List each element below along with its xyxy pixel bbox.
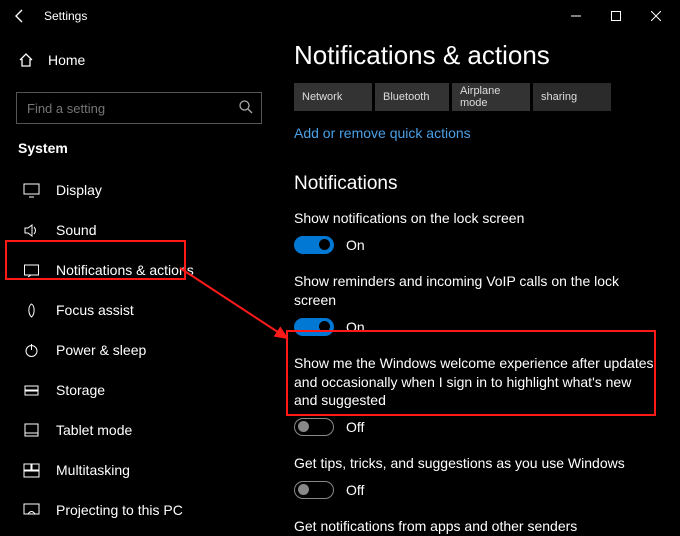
category-label: System <box>18 140 262 156</box>
titlebar: Settings <box>0 0 680 32</box>
setting-lock-screen-notifications: Show notifications on the lock screen On <box>294 209 656 254</box>
page-title: Notifications & actions <box>294 40 656 71</box>
search-input[interactable] <box>16 92 262 124</box>
home-button[interactable]: Home <box>16 40 262 80</box>
setting-title: Show notifications on the lock screen <box>294 209 656 228</box>
sidebar-item-label: Notifications & actions <box>56 262 194 278</box>
sidebar-item-display[interactable]: Display <box>16 170 262 210</box>
setting-welcome-experience: Show me the Windows welcome experience a… <box>294 354 656 437</box>
setting-title: Get notifications from apps and other se… <box>294 517 656 536</box>
sidebar-item-label: Sound <box>56 222 96 238</box>
multitasking-icon <box>20 462 42 479</box>
sound-icon <box>20 222 42 239</box>
display-icon <box>20 182 42 199</box>
section-header: Notifications <box>294 173 656 195</box>
tablet-icon <box>20 422 42 439</box>
sidebar-item-tablet-mode[interactable]: Tablet mode <box>16 410 262 450</box>
power-icon <box>20 342 42 359</box>
sidebar-item-projecting[interactable]: Projecting to this PC <box>16 490 262 530</box>
toggle-switch[interactable] <box>294 481 334 499</box>
sidebar-item-label: Multitasking <box>56 462 130 478</box>
main-content: Notifications & actions Network Bluetoot… <box>278 32 680 536</box>
toggle-state: Off <box>346 482 364 498</box>
storage-icon <box>20 382 42 399</box>
sidebar-item-multitasking[interactable]: Multitasking <box>16 450 262 490</box>
toggle-switch[interactable] <box>294 418 334 436</box>
sidebar-item-label: Display <box>56 182 102 198</box>
tile-bluetooth[interactable]: Bluetooth <box>375 83 449 111</box>
setting-app-notifications: Get notifications from apps and other se… <box>294 517 656 536</box>
focus-assist-icon <box>20 302 42 319</box>
sidebar-item-storage[interactable]: Storage <box>16 370 262 410</box>
notifications-icon <box>20 262 42 279</box>
sidebar-item-notifications[interactable]: Notifications & actions <box>16 250 262 290</box>
close-button[interactable] <box>636 0 676 32</box>
setting-title: Show reminders and incoming VoIP calls o… <box>294 272 656 310</box>
search-icon <box>238 99 254 115</box>
search-box[interactable] <box>16 92 262 124</box>
sidebar-item-label: Power & sleep <box>56 342 146 358</box>
minimize-button[interactable] <box>556 0 596 32</box>
maximize-button[interactable] <box>596 0 636 32</box>
tile-network[interactable]: Network <box>294 83 372 111</box>
window-title: Settings <box>44 9 87 23</box>
setting-title: Show me the Windows welcome experience a… <box>294 354 656 411</box>
home-label: Home <box>48 52 85 68</box>
tile-nearby-sharing[interactable]: sharing <box>533 83 611 111</box>
toggle-state: On <box>346 237 365 253</box>
setting-title: Get tips, tricks, and suggestions as you… <box>294 454 656 473</box>
sidebar-item-sound[interactable]: Sound <box>16 210 262 250</box>
sidebar-item-label: Storage <box>56 382 105 398</box>
toggle-state: Off <box>346 419 364 435</box>
sidebar-item-label: Projecting to this PC <box>56 502 183 518</box>
setting-reminders-voip: Show reminders and incoming VoIP calls o… <box>294 272 656 336</box>
quick-actions-link[interactable]: Add or remove quick actions <box>294 125 471 141</box>
toggle-state: On <box>346 319 365 335</box>
sidebar-item-label: Tablet mode <box>56 422 132 438</box>
toggle-switch[interactable] <box>294 236 334 254</box>
sidebar-item-power-sleep[interactable]: Power & sleep <box>16 330 262 370</box>
quick-action-tiles: Network Bluetooth Airplane mode sharing <box>294 83 656 111</box>
sidebar-item-focus-assist[interactable]: Focus assist <box>16 290 262 330</box>
setting-tips: Get tips, tricks, and suggestions as you… <box>294 454 656 499</box>
sidebar-item-label: Focus assist <box>56 302 134 318</box>
tile-airplane-mode[interactable]: Airplane mode <box>452 83 530 111</box>
projecting-icon <box>20 502 42 519</box>
home-icon <box>16 52 36 68</box>
toggle-switch[interactable] <box>294 318 334 336</box>
window-controls <box>556 0 676 32</box>
back-button[interactable] <box>4 0 36 32</box>
sidebar: Home System Display Sound Notifications … <box>0 32 278 536</box>
